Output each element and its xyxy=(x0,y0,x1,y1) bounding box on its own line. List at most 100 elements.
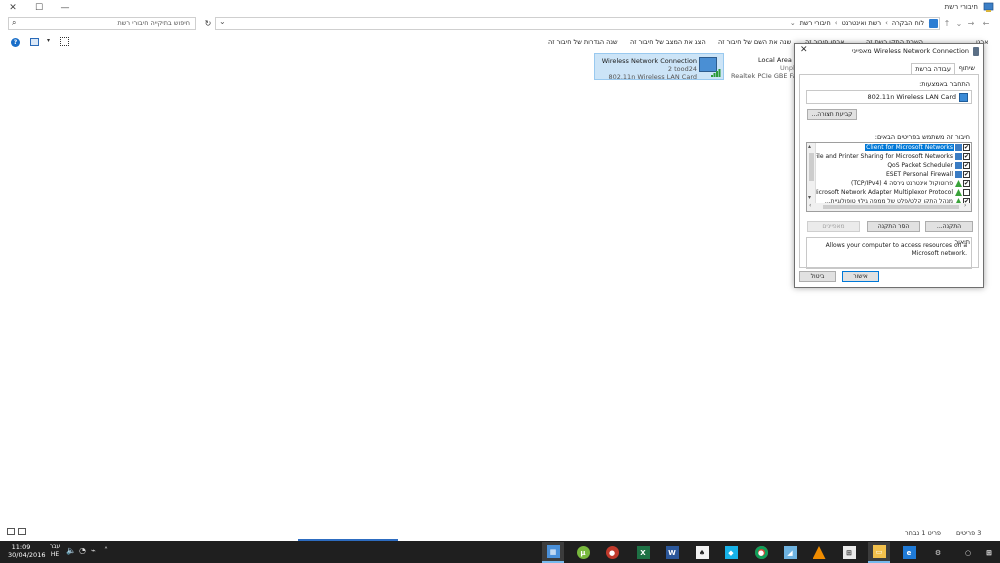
wireless-adapter-item[interactable]: Wireless Network Connection 2 tood24 802… xyxy=(594,53,724,81)
start-icon[interactable]: ⊞ xyxy=(978,542,1000,563)
view-status-command[interactable]: הצג את המצב של חיבור זה xyxy=(630,38,706,46)
uninstall-button[interactable]: הסר התקנה xyxy=(867,221,920,232)
scroll-up-icon[interactable]: ▴ xyxy=(808,143,811,150)
network-client-icon xyxy=(955,144,962,151)
adapter-field: 802.11n Wireless LAN Card xyxy=(806,90,972,104)
clock-time[interactable]: 11:09 xyxy=(8,543,34,551)
help-icon[interactable]: ? xyxy=(11,38,20,47)
checkbox[interactable]: ✔ xyxy=(963,162,970,169)
chevron-left-icon: › xyxy=(834,19,838,27)
description-text: Allows your computer to access resources… xyxy=(825,242,967,257)
vertical-scrollbar[interactable]: ▴ ▾ xyxy=(807,143,816,203)
back-button[interactable]: ← xyxy=(980,17,992,30)
close-window-button[interactable]: ✕ xyxy=(0,0,26,16)
items-list[interactable]: Client for Microsoft Networks ✔ File and… xyxy=(806,142,972,212)
minimize-button[interactable]: — xyxy=(52,0,78,16)
list-item[interactable]: פרוטוקול אינטרנט גירסה 4 (TCP/IPv4) ✔ xyxy=(815,180,971,188)
checkbox[interactable] xyxy=(963,189,970,196)
list-item[interactable]: File and Printer Sharing for Microsoft N… xyxy=(814,153,971,161)
breadcrumb-network-internet[interactable]: רשת ואינטרנט xyxy=(842,19,882,27)
chevron-down-icon[interactable]: ⌄ xyxy=(219,17,226,26)
adapter-name: Local Area C xyxy=(758,56,799,64)
checkbox[interactable]: ✔ xyxy=(963,180,970,187)
address-bar[interactable]: ⌄ › לוח הבקרה › רשת ואינטרנט › חיבורי רש… xyxy=(215,17,940,30)
change-view-icon[interactable] xyxy=(60,37,69,46)
dialog-title: Wireless Network Connection מאפייני xyxy=(851,47,969,55)
network-service-icon xyxy=(955,171,962,178)
checkbox[interactable]: ✔ xyxy=(963,144,970,151)
large-icons-view-icon[interactable] xyxy=(18,528,26,535)
search-input[interactable]: ⌕ חיפוש בתיקייה חיבורי רשת xyxy=(8,17,196,30)
language-indicator[interactable]: עבר HE xyxy=(48,543,62,559)
connect-using-label: התחבר באמצעות: xyxy=(919,80,970,88)
search-icon: ⌕ xyxy=(12,18,17,27)
taskbar-task-view-icon[interactable]: ▦ xyxy=(542,542,564,563)
taskbar-word-icon[interactable]: W xyxy=(661,542,683,563)
breadcrumb-control-panel[interactable]: לוח הבקרה xyxy=(892,19,924,27)
checkbox[interactable]: ✔ xyxy=(963,153,970,160)
search-placeholder: חיפוש בתיקייה חיבורי רשת xyxy=(117,19,190,27)
volume-icon[interactable]: 🔈 xyxy=(66,546,76,555)
taskbar-edge-icon[interactable]: e xyxy=(898,542,920,563)
list-item[interactable]: Client for Microsoft Networks ✔ xyxy=(815,144,971,152)
scrollbar-thumb[interactable] xyxy=(823,205,959,209)
horizontal-scrollbar[interactable]: ‹ › xyxy=(807,202,971,211)
up-button[interactable]: ↑ xyxy=(941,17,953,30)
ok-button[interactable]: אישור xyxy=(842,271,879,282)
breadcrumb-network-connections[interactable]: חיבורי רשת xyxy=(800,19,831,27)
adapter-name: Wireless Network Connection xyxy=(601,57,697,65)
chevron-down-icon[interactable]: ▾ xyxy=(47,37,50,44)
network-service-icon xyxy=(955,153,962,160)
network-tray-icon[interactable]: ⌁ xyxy=(91,546,96,555)
language-script: עבר xyxy=(49,543,61,550)
taskbar-kodi-icon[interactable]: ◆ xyxy=(720,542,742,563)
scroll-right-icon[interactable]: › xyxy=(964,202,966,209)
taskbar-vlc-icon[interactable] xyxy=(808,542,830,563)
properties-button[interactable]: מאפיינים xyxy=(807,221,860,232)
cancel-button[interactable]: ביטול xyxy=(799,271,836,282)
chevron-down-icon[interactable]: ⌄ xyxy=(790,19,796,27)
control-panel-icon xyxy=(929,19,938,28)
refresh-button[interactable]: ↻ xyxy=(202,17,214,30)
network-icon xyxy=(973,47,979,56)
install-button[interactable]: התקנה... xyxy=(925,221,973,232)
taskbar-excel-icon[interactable]: X xyxy=(632,542,654,563)
close-icon[interactable]: ✕ xyxy=(800,45,808,55)
taskbar-chrome-icon[interactable]: ● xyxy=(750,542,772,563)
protocol-icon xyxy=(955,180,962,187)
taskbar-settings-icon[interactable]: ⚙ xyxy=(927,542,949,563)
preview-pane-icon[interactable] xyxy=(30,38,39,46)
taskbar-search-icon[interactable]: ○ xyxy=(957,542,979,563)
checkbox[interactable]: ✔ xyxy=(963,171,970,178)
forward-button[interactable]: → xyxy=(965,17,977,30)
taskbar-utorrent-icon[interactable]: µ xyxy=(572,542,594,563)
scroll-left-icon[interactable]: ‹ xyxy=(809,202,811,209)
scroll-down-icon[interactable]: ▾ xyxy=(808,194,811,201)
taskbar-paint-icon[interactable]: ◢ xyxy=(779,542,801,563)
language-code: HE xyxy=(50,551,60,558)
protocol-icon xyxy=(955,189,962,196)
rename-command[interactable]: שנה את השם של חיבור זה xyxy=(718,38,791,46)
wifi-icon[interactable]: ◔ xyxy=(79,546,86,555)
details-view-icon[interactable] xyxy=(7,528,15,535)
configure-button[interactable]: קביעת תצורה... xyxy=(807,109,857,120)
network-adapter-icon xyxy=(959,93,968,102)
network-connections-icon xyxy=(983,2,994,12)
taskbar-explorer-icon[interactable]: ▭ xyxy=(868,542,890,563)
maximize-button[interactable]: ☐ xyxy=(26,0,52,16)
breadcrumb: › לוח הבקרה › רשת ואינטרנט › חיבורי רשת … xyxy=(790,19,931,27)
networking-panel: התחבר באמצעות: 802.11n Wireless LAN Card… xyxy=(799,74,979,269)
list-item[interactable]: ESET Personal Firewall ✔ xyxy=(815,171,971,179)
window-title: חיבורי רשת xyxy=(944,3,978,11)
taskbar-record-icon[interactable]: ● xyxy=(601,542,623,563)
taskbar-store-icon[interactable]: ⊞ xyxy=(838,542,860,563)
change-settings-command[interactable]: שנה הגדרות של חיבור זה xyxy=(548,38,618,46)
chevron-left-icon: › xyxy=(885,19,888,27)
list-item[interactable]: QoS Packet Scheduler ✔ xyxy=(815,162,971,170)
recent-dropdown[interactable]: ⌄ xyxy=(953,17,965,30)
clock-date[interactable]: 30/04/2016 xyxy=(8,551,48,559)
scrollbar-thumb[interactable] xyxy=(809,153,814,181)
show-hidden-icons-icon[interactable]: ˄ xyxy=(104,546,108,555)
list-item[interactable]: Microsoft Network Adapter Multiplexor Pr… xyxy=(812,189,971,197)
taskbar-cards-icon[interactable]: ♠ xyxy=(691,542,713,563)
